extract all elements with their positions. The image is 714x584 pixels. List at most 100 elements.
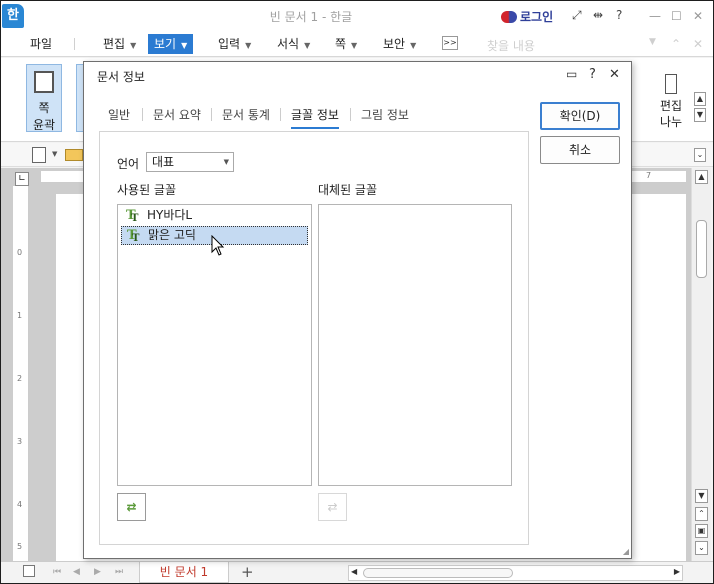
- first-tab-icon[interactable]: ⏮: [53, 567, 61, 577]
- login-label: 로그인: [520, 10, 554, 24]
- comment-icon[interactable]: ▭: [566, 67, 577, 81]
- last-tab-icon[interactable]: ⏭: [115, 567, 123, 577]
- menu-insert[interactable]: 입력 ▼: [218, 34, 251, 54]
- document-tab[interactable]: 빈 문서 1: [139, 562, 229, 583]
- scroll-thumb[interactable]: [363, 568, 513, 578]
- prev-page-icon[interactable]: ⌃: [695, 507, 708, 521]
- language-value: 대표: [152, 155, 175, 169]
- mouse-cursor-icon: [211, 235, 225, 256]
- scroll-down-icon[interactable]: ▼: [695, 489, 708, 503]
- title-bar: 한 빈 문서 1 - 한글 로그인 ⤢ ⇹ ? — ☐ ✕: [1, 1, 713, 31]
- minimize-icon[interactable]: —: [649, 9, 661, 23]
- restore-font-button[interactable]: ⇄: [318, 493, 347, 521]
- page-outline-label-2: 윤곽: [32, 118, 56, 132]
- split-view-icon[interactable]: ⇹: [593, 8, 603, 22]
- cancel-button[interactable]: 취소: [540, 136, 620, 164]
- chevron-down-icon: ▼: [410, 41, 417, 50]
- font-name: HY바다L: [147, 208, 193, 222]
- tab-divider: [142, 108, 143, 121]
- edit-split-label-2: 나누: [659, 115, 683, 129]
- menu-view[interactable]: 보기 ▼: [148, 34, 194, 54]
- page-outline-label-1: 쪽: [38, 101, 50, 115]
- scroll-right-icon[interactable]: ▶: [674, 567, 680, 576]
- font-replace-icon: ⇄: [327, 500, 338, 514]
- ribbon-scroll-up-icon[interactable]: ▲: [694, 92, 706, 106]
- chevron-down-icon[interactable]: ▼: [649, 37, 656, 47]
- ruler-number: 4: [17, 500, 23, 509]
- next-page-icon[interactable]: ⌄: [695, 541, 708, 555]
- open-folder-icon[interactable]: [65, 149, 83, 161]
- window-title: 빈 문서 1 - 한글: [269, 10, 353, 24]
- edit-split-label-1: 편집: [659, 99, 683, 113]
- ok-button[interactable]: 확인(D): [540, 102, 620, 130]
- fullscreen-icon[interactable]: ⤢: [572, 8, 582, 23]
- tab-document-summary[interactable]: 문서 요약: [153, 106, 201, 123]
- hangul-logo-icon[interactable]: 한: [2, 4, 24, 28]
- menu-format[interactable]: 서식 ▼: [277, 34, 310, 54]
- ruler-number: 0: [17, 248, 23, 257]
- vertical-ruler[interactable]: 0 1 2 3 4 5: [13, 186, 29, 561]
- page-outline-button[interactable]: 쪽 윤곽: [26, 64, 62, 132]
- login-button[interactable]: 로그인: [501, 8, 553, 25]
- ruler-number: 5: [17, 542, 23, 551]
- status-bar: ⏮ ◀ ▶ ⏭ 빈 문서 1 + ◀ ▶: [1, 561, 713, 583]
- tab-divider: [280, 108, 281, 121]
- help-icon[interactable]: ?: [616, 8, 622, 22]
- vertical-scrollbar[interactable]: ▲ ▼ ⌃ ▣ ⌄: [691, 168, 711, 561]
- ruler-number: 2: [17, 374, 23, 383]
- chevron-down-icon: ▼: [130, 41, 137, 50]
- font-replace-icon: ⇄: [126, 500, 137, 514]
- menu-edit[interactable]: 편집 ▼: [103, 34, 136, 54]
- tab-picture-info[interactable]: 그림 정보: [361, 106, 409, 123]
- replace-font-button[interactable]: ⇄: [117, 493, 146, 521]
- tab-general[interactable]: 일반: [108, 106, 130, 123]
- page-outline-icon: [34, 71, 54, 93]
- toolbar-expand-icon[interactable]: ⌄: [694, 148, 706, 162]
- login-icon: [501, 10, 517, 23]
- menu-security[interactable]: 보안 ▼: [383, 34, 416, 54]
- prev-tab-icon[interactable]: ◀: [73, 567, 80, 577]
- find-box-placeholder[interactable]: 찾을 내용: [487, 37, 535, 54]
- resize-grip-icon[interactable]: ◢: [623, 547, 629, 556]
- scroll-up-icon[interactable]: ▲: [695, 170, 708, 184]
- language-select[interactable]: 대표 ▼: [146, 152, 234, 172]
- help-icon[interactable]: ?: [589, 67, 596, 82]
- truetype-font-icon: TT: [126, 208, 139, 224]
- tab-stop-selector-icon[interactable]: ∟: [15, 172, 29, 186]
- font-info-panel: 언어 대표 ▼ 사용된 글꼴 대체된 글꼴 TT HY바다L TT 맑은 고딕 …: [99, 131, 529, 545]
- chevron-up-icon[interactable]: ⌃: [671, 37, 681, 51]
- chevron-down-icon[interactable]: ▼: [52, 150, 57, 158]
- page-select-icon[interactable]: ▣: [695, 524, 708, 538]
- dialog-title-bar[interactable]: 문서 정보 ▭ ? ✕: [84, 62, 631, 88]
- tab-font-info[interactable]: 글꼴 정보: [291, 106, 339, 129]
- edit-split-button[interactable]: 편집 나누: [651, 74, 691, 130]
- tab-document-statistics[interactable]: 문서 통계: [222, 106, 270, 123]
- scroll-thumb[interactable]: [696, 220, 707, 278]
- ruler-number: 1: [17, 311, 23, 320]
- close-icon[interactable]: ✕: [693, 37, 703, 51]
- chevron-down-icon: ▼: [245, 41, 252, 50]
- scroll-left-icon[interactable]: ◀: [351, 567, 357, 576]
- ribbon-scroll-down-icon[interactable]: ▼: [694, 108, 706, 122]
- horizontal-scrollbar[interactable]: ◀ ▶: [348, 565, 683, 581]
- menu-page[interactable]: 쪽 ▼: [335, 34, 357, 54]
- add-tab-button[interactable]: +: [241, 563, 254, 581]
- view-icon[interactable]: [23, 565, 35, 577]
- chevron-down-icon: ▼: [351, 41, 358, 50]
- split-icon: [665, 74, 677, 94]
- close-icon[interactable]: ✕: [693, 9, 703, 23]
- next-tab-icon[interactable]: ▶: [94, 567, 101, 577]
- dialog-title: 문서 정보: [97, 70, 145, 84]
- font-name: 맑은 고딕: [148, 228, 196, 242]
- menu-bar: 파일 편집 ▼ 보기 ▼ 입력 ▼ 서식 ▼ 쪽 ▼ 보안 ▼: [1, 31, 713, 57]
- close-icon[interactable]: ✕: [609, 67, 620, 82]
- maximize-icon[interactable]: ☐: [671, 9, 682, 23]
- tab-divider: [211, 108, 212, 121]
- document-info-dialog: 문서 정보 ▭ ? ✕ 일반 문서 요약 문서 통계 글꼴 정보 그림 정보 언…: [83, 61, 632, 559]
- substituted-fonts-list[interactable]: [318, 204, 512, 486]
- chevron-down-icon: ▼: [223, 158, 229, 166]
- new-document-icon[interactable]: [32, 147, 46, 163]
- list-item[interactable]: TT HY바다L: [121, 207, 308, 226]
- menu-file[interactable]: 파일: [30, 34, 52, 54]
- more-menu-button[interactable]: >>: [442, 36, 458, 50]
